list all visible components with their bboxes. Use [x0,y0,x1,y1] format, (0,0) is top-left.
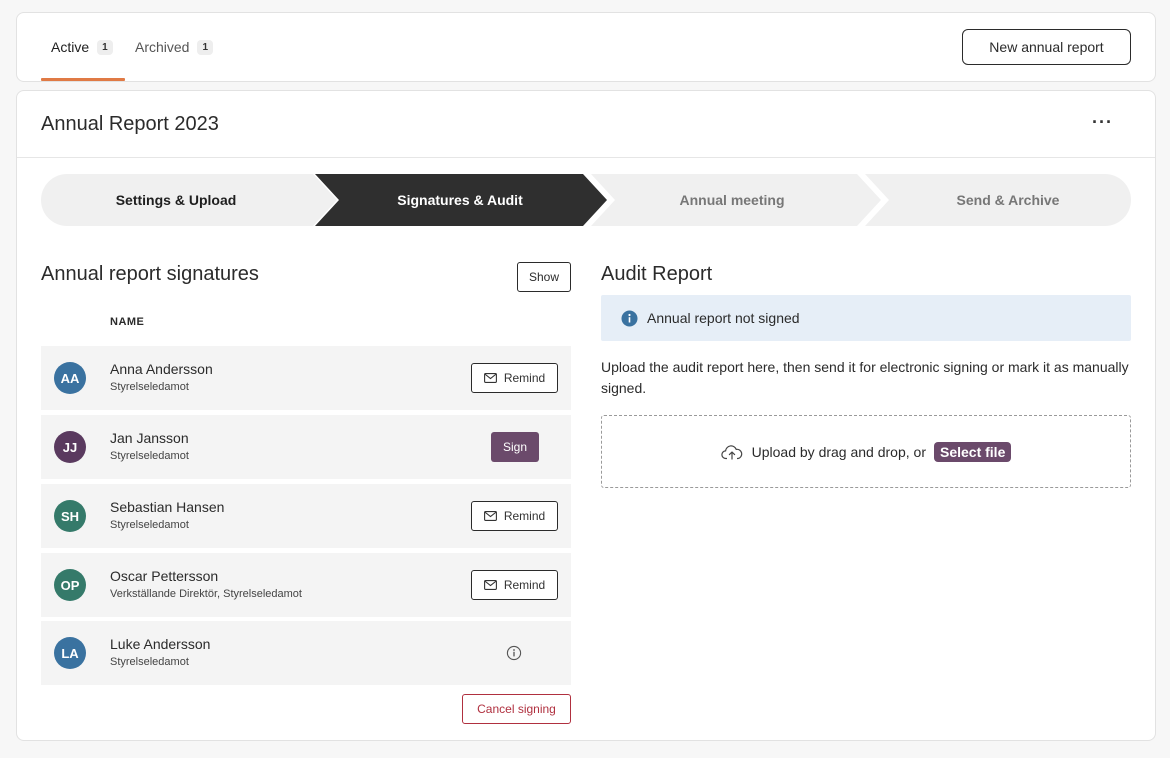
tab-active[interactable]: Active 1 [41,13,125,81]
cloud-upload-icon [720,444,742,460]
remind-button[interactable]: Remind [471,501,558,531]
avatar: OP [54,569,86,601]
envelope-icon [483,373,497,383]
info-icon[interactable] [506,645,522,661]
step-signatures-audit[interactable]: Signatures & Audit [323,174,597,226]
envelope-icon [483,511,497,521]
signer-role: Styrelseledamot [110,450,189,462]
alert-text: Annual report not signed [647,310,800,326]
tab-archived[interactable]: Archived 1 [135,13,214,81]
report-card: Annual Report 2023 ··· Settings & Upload… [16,90,1156,741]
signer-row-oscar-pettersson: OP Oscar Pettersson Verkställande Direkt… [41,553,571,617]
new-annual-report-button[interactable]: New annual report [962,29,1131,65]
select-file-button[interactable]: Select file [933,441,1012,462]
signer-row-luke-andersson: LA Luke Andersson Styrelseledamot [41,621,571,685]
sign-button[interactable]: Sign [491,432,539,462]
avatar: LA [54,637,86,669]
report-header: Annual Report 2023 ··· [17,91,1155,158]
signer-role: Verkställande Direktör, Styrelseledamot [110,588,302,600]
signatures-heading: Annual report signatures [41,263,259,285]
avatar: SH [54,500,86,532]
info-icon [621,310,638,326]
upload-dropzone[interactable]: Upload by drag and drop, or Select file [601,415,1131,488]
remind-button[interactable]: Remind [471,570,558,600]
remind-label: Remind [503,509,546,523]
remind-button[interactable]: Remind [471,363,558,393]
progress-stepper: Settings & Upload Signatures & Audit Ann… [41,174,1131,226]
signer-row-sebastian-hansen: SH Sebastian Hansen Styrelseledamot Remi… [41,484,571,548]
step-settings-upload[interactable]: Settings & Upload [41,174,311,226]
envelope-icon [483,580,497,590]
signer-name: Luke Andersson [110,636,211,652]
name-column-header: NAME [110,316,145,328]
audit-description: Upload the audit report here, then send … [601,359,1129,396]
signer-role: Styrelseledamot [110,519,189,531]
step-send-archive[interactable]: Send & Archive [877,174,1139,226]
signer-name: Anna Andersson [110,361,213,377]
remind-label: Remind [503,578,546,592]
signer-row-anna-andersson: AA Anna Andersson Styrelseledamot Remind [41,346,571,410]
tab-archived-count-badge: 1 [197,39,214,55]
page-title: Annual Report 2023 [41,113,219,135]
avatar: AA [54,362,86,394]
cancel-signing-button[interactable]: Cancel signing [462,694,571,724]
audit-report-heading: Audit Report [601,263,713,285]
tab-active-count-badge: 1 [97,39,113,55]
signer-name: Jan Jansson [110,430,189,446]
signer-name: Sebastian Hansen [110,499,225,515]
signer-name: Oscar Pettersson [110,568,219,584]
avatar: JJ [54,431,86,463]
tab-active-label: Active [51,39,90,55]
step-annual-meeting[interactable]: Annual meeting [601,174,863,226]
signer-role: Styrelseledamot [110,381,189,393]
dropzone-text: Upload by drag and drop, or [751,443,926,460]
signer-role: Styrelseledamot [110,656,189,668]
show-button[interactable]: Show [517,262,571,292]
more-options-icon[interactable]: ··· [1092,113,1113,131]
tabs-bar: Active 1 Archived 1 New annual report [16,12,1156,82]
status-alert: Annual report not signed [601,295,1131,341]
tab-archived-label: Archived [135,39,190,55]
signer-row-jan-jansson: JJ Jan Jansson Styrelseledamot Sign [41,415,571,479]
remind-label: Remind [503,371,546,385]
